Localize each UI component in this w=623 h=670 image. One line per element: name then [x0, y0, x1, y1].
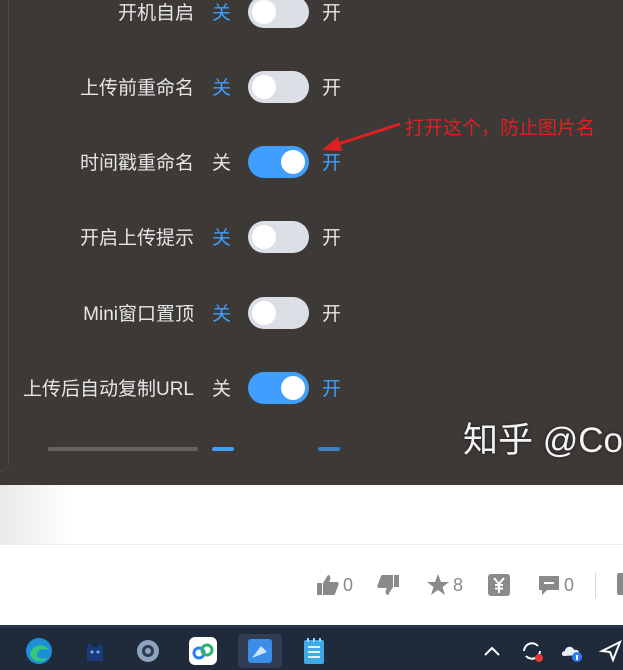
annotation-text: 打开这个，防止图片名 [405, 118, 596, 139]
reward-button[interactable] [487, 572, 511, 598]
thumbs-up-icon [317, 575, 339, 595]
notepad-icon[interactable] [297, 634, 331, 668]
comment-button[interactable]: 0 [537, 572, 574, 598]
settings-panel: 开机自启 关 开 上传前重命名 关 开 时间戳重命名 关 开 开启上传提示 关 … [0, 0, 623, 485]
more-button-partial[interactable] [617, 573, 623, 595]
weather-icon[interactable] [555, 634, 589, 668]
taskbar [0, 625, 623, 670]
settings-gear-icon[interactable] [131, 634, 165, 668]
shadow-fade [0, 485, 70, 545]
cat-icon[interactable] [78, 634, 112, 668]
dislike-button[interactable] [376, 572, 400, 598]
cloud-app-icon[interactable] [186, 634, 220, 668]
yen-icon [488, 574, 510, 596]
thumbs-down-icon [377, 575, 399, 595]
comment-icon [539, 576, 559, 595]
action-divider [595, 572, 596, 598]
answer-action-bar: 0 8 0 [0, 560, 623, 610]
comment-count: 0 [564, 574, 575, 595]
star-icon [427, 574, 449, 595]
chevron-up-icon[interactable] [475, 634, 509, 668]
like-button[interactable]: 0 [316, 572, 353, 598]
favorite-button[interactable]: 8 [426, 572, 463, 598]
paint-icon[interactable] [238, 634, 282, 668]
favorite-count: 8 [453, 574, 464, 595]
edge-icon[interactable] [22, 634, 56, 668]
like-count: 0 [343, 574, 354, 595]
divider [0, 544, 623, 545]
refresh-icon[interactable] [515, 634, 549, 668]
send-icon[interactable] [594, 634, 623, 668]
watermark: 知乎 @Co [463, 421, 623, 460]
